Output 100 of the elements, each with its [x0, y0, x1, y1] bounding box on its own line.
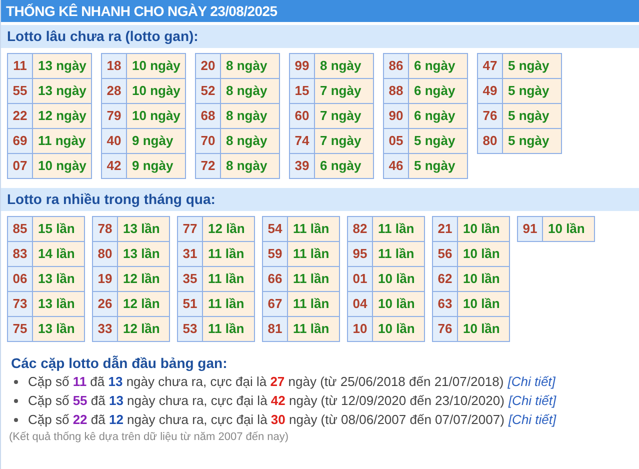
count-cell: 6 ngày	[408, 54, 468, 78]
count-cell: 10 lần	[372, 292, 424, 316]
bullet-icon	[14, 398, 18, 402]
count-cell: 10 ngày	[32, 154, 92, 178]
count-cell: 11 ngày	[32, 128, 92, 154]
number-cell: 55	[8, 78, 32, 104]
number-cell: 73	[8, 292, 32, 316]
number-cell: 21	[432, 216, 458, 242]
footnote: (Kết quả thống kê dựa trên dữ liệu từ năm 2007 đến nay)	[9, 431, 290, 443]
count-cell: 12 ngày	[32, 104, 92, 128]
count-cell: 11 lần	[288, 242, 340, 266]
number-cell: 42	[102, 154, 126, 178]
bullet-icon	[14, 380, 18, 384]
count-cell: 11 lần	[202, 316, 254, 342]
number-cell: 15	[290, 78, 314, 104]
count-cell: 5 ngày	[502, 128, 562, 154]
number-cell: 88	[384, 78, 408, 104]
number-cell: 47	[478, 54, 502, 78]
count-cell: 8 ngày	[220, 104, 280, 128]
details-link[interactable]: [Chi tiết]	[508, 372, 556, 391]
count-cell: 11 lần	[202, 292, 254, 316]
count-cell: 14 lần	[32, 242, 84, 266]
count-cell: 8 ngày	[220, 54, 280, 78]
count-cell: 11 lần	[288, 292, 340, 316]
section-heading: Lotto lâu chưa ra (lotto gan):	[1, 25, 639, 48]
number-cell: 80	[478, 128, 502, 154]
number-cell: 70	[196, 128, 220, 154]
number-cell: 78	[92, 216, 118, 242]
count-cell: 10 lần	[458, 216, 510, 242]
count-cell: 6 ngày	[314, 154, 374, 178]
number-cell: 20	[196, 54, 220, 78]
number-cell: 62	[432, 266, 458, 292]
number-cell: 86	[384, 54, 408, 78]
count-cell: 7 ngày	[314, 78, 374, 104]
count-cell: 10 lần	[372, 316, 424, 342]
count-cell: 12 lần	[118, 266, 170, 292]
number-cell: 90	[384, 104, 408, 128]
count-cell: 10 lần	[542, 216, 594, 242]
count-cell: 10 ngày	[126, 104, 186, 128]
number-cell: 49	[478, 78, 502, 104]
count-cell: 10 lần	[372, 266, 424, 292]
count-cell: 9 ngày	[126, 128, 186, 154]
bullet-icon	[14, 418, 18, 422]
count-cell: 8 ngày	[220, 154, 280, 178]
number-cell: 83	[8, 242, 32, 266]
count-cell: 6 ngày	[408, 104, 468, 128]
count-cell: 8 ngày	[220, 128, 280, 154]
count-cell: 5 ngày	[502, 78, 562, 104]
count-cell: 9 ngày	[126, 154, 186, 178]
number-cell: 75	[8, 316, 32, 342]
pair-sentence: Cặp số 11 đã 13 ngày chưa ra, cực đại là 27 ngày (từ 25/06/2018 đến 21/07/2018)	[28, 373, 504, 391]
number-cell: 04	[348, 292, 372, 316]
number-cell: 91	[518, 216, 542, 242]
number-cell: 22	[8, 104, 32, 128]
count-cell: 13 lần	[32, 316, 84, 342]
count-cell: 10 lần	[458, 266, 510, 292]
details-link[interactable]: [Chi tiết]	[508, 410, 556, 429]
count-cell: 5 ngày	[502, 54, 562, 78]
number-cell: 52	[196, 78, 220, 104]
details-link[interactable]: [Chi tiết]	[508, 391, 556, 410]
count-cell: 11 lần	[288, 316, 340, 342]
number-cell: 35	[178, 266, 202, 292]
number-cell: 82	[348, 216, 372, 242]
count-cell: 13 lần	[32, 292, 84, 316]
number-cell: 69	[8, 128, 32, 154]
section-heading: Lotto ra nhiều trong tháng qua:	[1, 188, 639, 211]
number-cell: 68	[196, 104, 220, 128]
count-cell: 13 ngày	[32, 54, 92, 78]
number-cell: 72	[196, 154, 220, 178]
count-cell: 5 ngày	[408, 154, 468, 178]
number-cell: 51	[178, 292, 202, 316]
count-cell: 7 ngày	[314, 128, 374, 154]
count-cell: 11 lần	[202, 266, 254, 292]
count-cell: 13 lần	[32, 266, 84, 292]
number-cell: 99	[290, 54, 314, 78]
count-cell: 7 ngày	[314, 104, 374, 128]
count-cell: 11 lần	[372, 242, 424, 266]
number-cell: 39	[290, 154, 314, 178]
section-heading: Các cặp lotto dẫn đầu bảng gan:	[11, 354, 228, 372]
number-cell: 05	[384, 128, 408, 154]
count-cell: 10 lần	[458, 292, 510, 316]
number-cell: 79	[102, 104, 126, 128]
count-cell: 15 lần	[32, 216, 84, 242]
count-cell: 6 ngày	[408, 78, 468, 104]
number-cell: 31	[178, 242, 202, 266]
number-cell: 10	[348, 316, 372, 342]
count-cell: 11 lần	[288, 216, 340, 242]
count-cell: 13 lần	[118, 216, 170, 242]
number-cell: 59	[262, 242, 288, 266]
count-cell: 5 ngày	[502, 104, 562, 128]
number-cell: 77	[178, 216, 202, 242]
count-cell: 10 ngày	[126, 78, 186, 104]
number-cell: 46	[384, 154, 408, 178]
count-cell: 13 lần	[118, 242, 170, 266]
number-cell: 56	[432, 242, 458, 266]
number-cell: 63	[432, 292, 458, 316]
count-cell: 8 ngày	[220, 78, 280, 104]
count-cell: 12 lần	[118, 316, 170, 342]
count-cell: 11 lần	[288, 266, 340, 292]
number-cell: 28	[102, 78, 126, 104]
